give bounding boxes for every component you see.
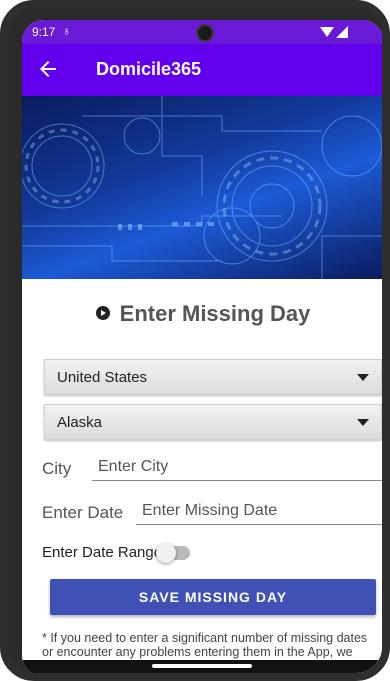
tech-gears-illustration [22,96,382,279]
country-select[interactable]: United States [44,359,382,395]
date-range-toggle[interactable] [156,543,190,563]
screen: 9:17 ♁ Domicile365 Enter Missing Day Uni… [22,20,382,673]
caret-down-icon [357,419,369,426]
state-select-value: Alaska [57,414,103,431]
country-select-value: United States [57,369,148,386]
camera-cutout [198,26,212,40]
app-title: Domicile365 [96,59,202,79]
status-bar: 9:17 ♁ [22,20,382,44]
state-select[interactable]: Alaska [44,404,382,440]
date-input[interactable] [136,501,382,525]
home-handle[interactable] [152,664,252,668]
save-missing-day-button[interactable]: SAVE MISSING DAY [50,579,376,615]
date-label: Enter Date [42,503,124,522]
banner-image [22,96,382,279]
navigation-bar [22,660,382,673]
phone-frame: 9:17 ♁ Domicile365 Enter Missing Day Uni… [0,0,390,681]
date-range-label: Enter Date Range? [42,544,171,561]
toggle-knob [156,543,176,563]
caret-down-icon [357,374,369,381]
city-label: City [42,459,72,478]
status-time: 9:17 [32,25,56,39]
page-heading: Enter Missing Day [22,301,382,327]
form-content: Enter Missing Day United States Alaska C… [22,279,382,673]
page-title: Enter Missing Day [119,301,311,326]
play-circle-icon [95,306,110,321]
city-input[interactable] [92,457,382,481]
signal-wifi-icon [320,26,348,38]
arrow-left-icon[interactable] [36,57,60,81]
app-bar: Domicile365 [22,44,382,96]
sync-icon: ♁ [62,24,71,38]
